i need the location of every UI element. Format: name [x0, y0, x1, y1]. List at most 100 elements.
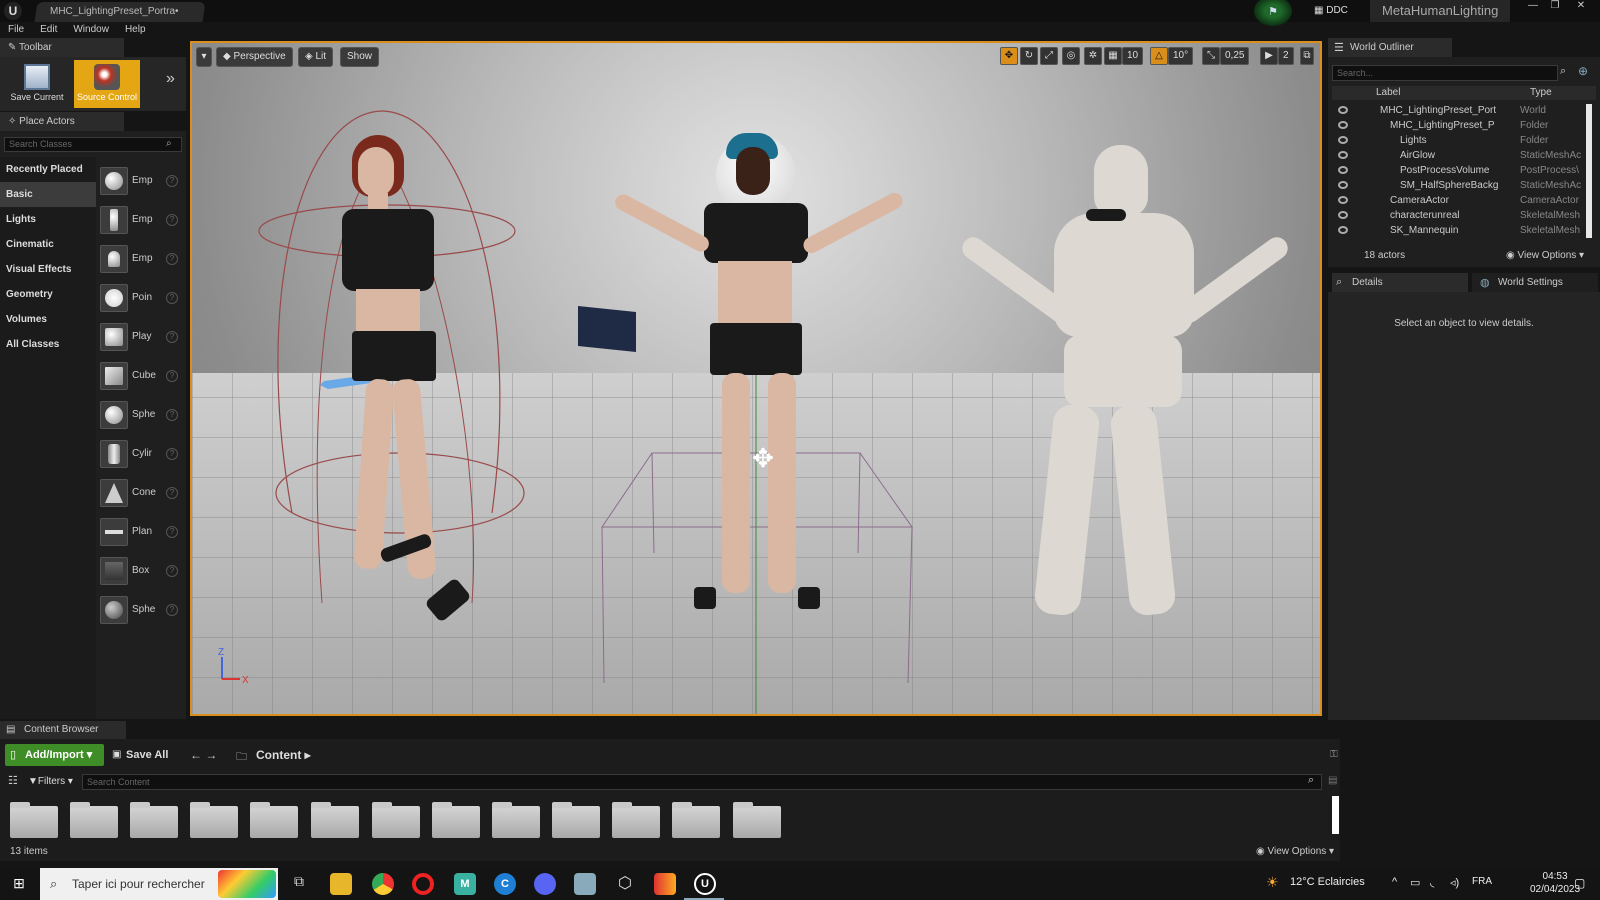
actor-item[interactable]: Poin?: [100, 278, 186, 317]
translate-mode-icon[interactable]: ✥: [1000, 47, 1018, 65]
help-icon[interactable]: ?: [166, 213, 178, 226]
content-folder[interactable]: [552, 802, 600, 838]
unreal-logo-icon[interactable]: U: [4, 2, 22, 20]
content-folder[interactable]: [492, 802, 540, 838]
content-view-options[interactable]: ◉ View Options ▾: [1256, 846, 1334, 857]
content-scrollbar[interactable]: [1332, 796, 1339, 834]
grid-snap-value[interactable]: 10: [1122, 47, 1144, 65]
category-cinematic[interactable]: Cinematic: [0, 232, 96, 257]
close-button[interactable]: ✕: [1570, 0, 1592, 14]
discord-icon[interactable]: [534, 873, 556, 895]
visibility-eye-icon[interactable]: [1338, 106, 1348, 114]
help-icon[interactable]: ?: [166, 564, 178, 577]
menu-window[interactable]: Window: [65, 22, 117, 38]
actor-item[interactable]: Emp?: [100, 161, 186, 200]
outliner-row[interactable]: MHC_LightingPreset_P Folder: [1332, 118, 1584, 133]
windows-start-icon[interactable]: ⊞: [8, 875, 30, 893]
weather-text[interactable]: 12°C Eclaircies: [1290, 876, 1365, 888]
content-folder[interactable]: [70, 802, 118, 838]
actor-item[interactable]: Play?: [100, 317, 186, 356]
level-viewport[interactable]: Z X ✥ ▾ ◆ Perspective ◈ Lit Show ✥ ↻ ⤢ ◎…: [190, 41, 1322, 716]
lit-button[interactable]: ◈ Lit: [298, 47, 334, 67]
help-icon[interactable]: ?: [166, 369, 178, 382]
camera-speed-icon[interactable]: ▶: [1260, 47, 1278, 65]
grid-snap-icon[interactable]: ▦: [1104, 47, 1122, 65]
actor-item[interactable]: Box?: [100, 551, 186, 590]
camera-actor-icon[interactable]: [578, 305, 636, 353]
visibility-eye-icon[interactable]: [1338, 181, 1348, 189]
actor-item[interactable]: Emp?: [100, 200, 186, 239]
tray-chevron-icon[interactable]: ^: [1392, 876, 1397, 888]
maximize-button[interactable]: ❐: [1544, 0, 1566, 14]
chrome-icon[interactable]: [372, 873, 394, 895]
help-icon[interactable]: ?: [166, 603, 178, 616]
perspective-button[interactable]: ◆ Perspective: [216, 47, 293, 67]
visibility-eye-icon[interactable]: [1338, 226, 1348, 234]
app-m-icon[interactable]: M: [454, 873, 476, 895]
menu-file[interactable]: File: [0, 22, 32, 38]
ddc-button[interactable]: ▦ DDC: [1310, 3, 1366, 19]
toolbar-expand-icon[interactable]: »: [166, 70, 175, 88]
category-recently-placed[interactable]: Recently Placed: [0, 157, 96, 182]
move-gizmo-icon[interactable]: ✥: [748, 443, 778, 473]
source-control-status-button[interactable]: ⚑: [1250, 0, 1296, 26]
help-icon[interactable]: ?: [166, 525, 178, 538]
sources-toggle-icon[interactable]: ☷: [8, 774, 18, 787]
clock[interactable]: 04:53 02/04/2023: [1530, 870, 1580, 896]
outliner-row[interactable]: SM_HalfSphereBackg StaticMeshAc: [1332, 178, 1584, 193]
scale-snap-value[interactable]: 0,25: [1220, 47, 1250, 65]
rotation-snap-value[interactable]: 10°: [1168, 47, 1194, 65]
outliner-view-options[interactable]: ◉ View Options ▾: [1506, 250, 1584, 261]
content-folder[interactable]: [432, 802, 480, 838]
toolbar-tab[interactable]: ✎ Toolbar: [0, 38, 124, 57]
opera-icon[interactable]: [412, 873, 434, 895]
scale-mode-icon[interactable]: ⤢: [1040, 47, 1058, 65]
content-folder[interactable]: [130, 802, 178, 838]
content-folder[interactable]: [672, 802, 720, 838]
actor-item[interactable]: Cylir?: [100, 434, 186, 473]
world-local-icon[interactable]: ◎: [1062, 47, 1080, 65]
content-browser-tab[interactable]: Content Browser: [0, 721, 126, 739]
content-path-breadcrumb[interactable]: Content ▸: [236, 744, 311, 766]
outliner-search-input[interactable]: Search...: [1332, 65, 1558, 81]
tray-device-icon[interactable]: ▭: [1410, 876, 1420, 889]
world-outliner-tab[interactable]: World Outliner: [1328, 38, 1452, 57]
actor-item[interactable]: Cone?: [100, 473, 186, 512]
back-arrow-icon[interactable]: ←: [190, 748, 202, 762]
maximize-viewport-icon[interactable]: ⧉: [1300, 47, 1314, 65]
help-icon[interactable]: ?: [166, 174, 178, 187]
minimize-button[interactable]: —: [1522, 0, 1544, 14]
category-visual-effects[interactable]: Visual Effects: [0, 257, 96, 282]
help-icon[interactable]: ?: [166, 330, 178, 343]
label-column-header[interactable]: Label: [1376, 87, 1400, 98]
rotate-mode-icon[interactable]: ↻: [1020, 47, 1038, 65]
network-icon[interactable]: ◟: [1430, 876, 1434, 889]
visibility-eye-icon[interactable]: [1338, 196, 1348, 204]
visibility-eye-icon[interactable]: [1338, 121, 1348, 129]
menu-edit[interactable]: Edit: [32, 22, 65, 38]
app-c-icon[interactable]: C: [494, 873, 516, 895]
level-document-tab[interactable]: MHC_LightingPreset_Portra•: [34, 2, 206, 22]
viewport-options-button[interactable]: ▾: [196, 47, 212, 67]
file-explorer-icon[interactable]: [330, 873, 352, 895]
search-classes-input[interactable]: Search Classes: [4, 137, 182, 152]
app-icon[interactable]: [574, 873, 596, 895]
content-folder[interactable]: [612, 802, 660, 838]
unreal-engine-icon[interactable]: U: [694, 873, 716, 895]
language-indicator[interactable]: FRA: [1472, 876, 1492, 887]
show-button[interactable]: Show: [340, 47, 380, 67]
visibility-eye-icon[interactable]: [1338, 211, 1348, 219]
help-icon[interactable]: ?: [166, 291, 178, 304]
task-view-icon[interactable]: ⧉: [288, 873, 310, 895]
category-volumes[interactable]: Volumes: [0, 307, 96, 332]
outliner-row[interactable]: AirGlow StaticMeshAc: [1332, 148, 1584, 163]
outliner-row[interactable]: Lights Folder: [1332, 133, 1584, 148]
category-lights[interactable]: Lights: [0, 207, 96, 232]
help-icon[interactable]: ?: [166, 408, 178, 421]
actor-item[interactable]: Plan?: [100, 512, 186, 551]
outliner-row[interactable]: characterunreal SkeletalMesh: [1332, 208, 1584, 223]
add-import-button[interactable]: Add/Import ▾: [5, 744, 104, 766]
actor-item[interactable]: Cube?: [100, 356, 186, 395]
help-icon[interactable]: ?: [166, 486, 178, 499]
content-folder[interactable]: [311, 802, 359, 838]
